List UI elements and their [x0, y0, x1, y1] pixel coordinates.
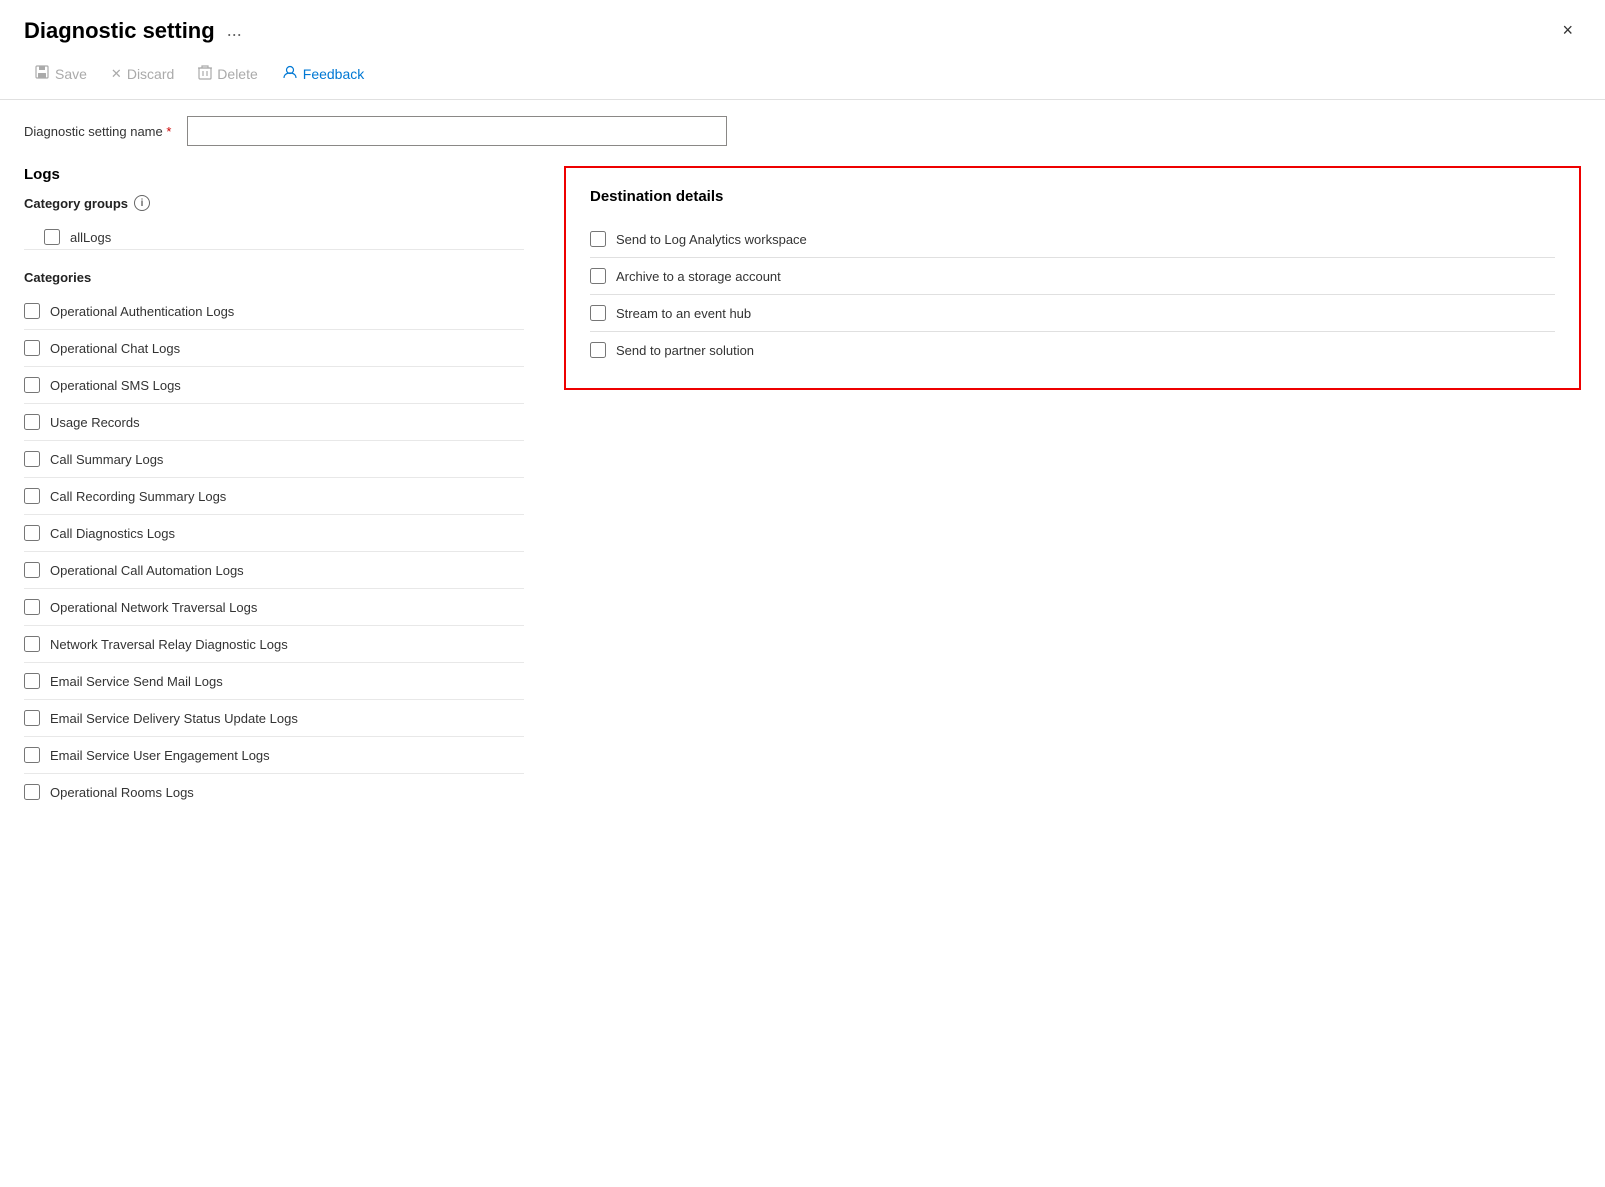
- category-row: Call Recording Summary Logs: [24, 478, 524, 515]
- category-groups-header: Category groups i: [24, 195, 524, 211]
- category-groups-label: Category groups: [24, 196, 128, 211]
- categories-section: Categories Operational Authentication Lo…: [24, 270, 524, 810]
- category-row: Operational Authentication Logs: [24, 293, 524, 330]
- destination-checkbox-2[interactable]: [590, 305, 606, 321]
- category-checkbox-13[interactable]: [24, 784, 40, 800]
- category-row: Call Summary Logs: [24, 441, 524, 478]
- close-button[interactable]: ×: [1554, 16, 1581, 45]
- category-label: Email Service Delivery Status Update Log…: [50, 711, 298, 726]
- destination-title: Destination details: [590, 188, 1555, 205]
- category-checkbox-4[interactable]: [24, 451, 40, 467]
- destination-label: Archive to a storage account: [616, 269, 781, 284]
- category-row: Network Traversal Relay Diagnostic Logs: [24, 626, 524, 663]
- alllogs-row: allLogs: [24, 219, 524, 250]
- category-label: Usage Records: [50, 415, 140, 430]
- setting-name-input[interactable]: [187, 116, 727, 146]
- destination-option-row: Archive to a storage account: [590, 258, 1555, 295]
- category-checkbox-8[interactable]: [24, 599, 40, 615]
- category-label: Operational Network Traversal Logs: [50, 600, 257, 615]
- required-star: *: [166, 124, 171, 139]
- destination-checkbox-0[interactable]: [590, 231, 606, 247]
- category-checkbox-10[interactable]: [24, 673, 40, 689]
- category-label: Operational SMS Logs: [50, 378, 181, 393]
- category-row: Call Diagnostics Logs: [24, 515, 524, 552]
- category-label: Operational Call Automation Logs: [50, 563, 244, 578]
- destination-options-list: Send to Log Analytics workspace Archive t…: [590, 221, 1555, 368]
- header-title: Diagnostic setting ...: [24, 18, 242, 44]
- destination-option-row: Send to partner solution: [590, 332, 1555, 368]
- logs-section-title: Logs: [24, 166, 524, 183]
- category-label: Operational Rooms Logs: [50, 785, 194, 800]
- category-label: Operational Authentication Logs: [50, 304, 234, 319]
- discard-label: Discard: [127, 66, 174, 82]
- category-row: Operational Call Automation Logs: [24, 552, 524, 589]
- category-checkbox-12[interactable]: [24, 747, 40, 763]
- category-checkbox-0[interactable]: [24, 303, 40, 319]
- category-label: Network Traversal Relay Diagnostic Logs: [50, 637, 288, 652]
- page-title: Diagnostic setting: [24, 18, 215, 44]
- category-checkbox-2[interactable]: [24, 377, 40, 393]
- category-label: Operational Chat Logs: [50, 341, 180, 356]
- destination-checkbox-1[interactable]: [590, 268, 606, 284]
- categories-list: Operational Authentication Logs Operation…: [24, 293, 524, 810]
- categories-header: Categories: [24, 270, 524, 285]
- category-checkbox-6[interactable]: [24, 525, 40, 541]
- destination-checkbox-3[interactable]: [590, 342, 606, 358]
- category-label: Call Summary Logs: [50, 452, 163, 467]
- alllogs-label: allLogs: [70, 230, 111, 245]
- categories-label: Categories: [24, 270, 91, 285]
- destination-box: Destination details Send to Log Analytic…: [564, 166, 1581, 390]
- category-row: Usage Records: [24, 404, 524, 441]
- category-checkbox-11[interactable]: [24, 710, 40, 726]
- category-checkbox-5[interactable]: [24, 488, 40, 504]
- category-row: Email Service Delivery Status Update Log…: [24, 700, 524, 737]
- category-row: Operational SMS Logs: [24, 367, 524, 404]
- category-label: Email Service Send Mail Logs: [50, 674, 223, 689]
- category-label: Email Service User Engagement Logs: [50, 748, 270, 763]
- page-container: Diagnostic setting ... × Save ✕ Discard: [0, 0, 1605, 1187]
- feedback-button[interactable]: Feedback: [272, 59, 374, 89]
- info-icon[interactable]: i: [134, 195, 150, 211]
- destination-section: Destination details Send to Log Analytic…: [564, 166, 1581, 390]
- content-area: Diagnostic setting name * Logs Category …: [0, 100, 1605, 826]
- destination-label: Stream to an event hub: [616, 306, 751, 321]
- category-row: Operational Chat Logs: [24, 330, 524, 367]
- delete-icon: [198, 64, 212, 84]
- category-checkbox-9[interactable]: [24, 636, 40, 652]
- destination-label: Send to Log Analytics workspace: [616, 232, 807, 247]
- save-icon: [34, 64, 50, 84]
- category-checkbox-7[interactable]: [24, 562, 40, 578]
- category-row: Operational Network Traversal Logs: [24, 589, 524, 626]
- discard-button[interactable]: ✕ Discard: [101, 61, 184, 87]
- setting-name-row: Diagnostic setting name *: [24, 116, 1581, 146]
- category-label: Call Diagnostics Logs: [50, 526, 175, 541]
- header-ellipsis[interactable]: ...: [227, 20, 242, 41]
- alllogs-checkbox[interactable]: [44, 229, 60, 245]
- category-row: Email Service Send Mail Logs: [24, 663, 524, 700]
- delete-label: Delete: [217, 66, 257, 82]
- discard-icon: ✕: [111, 66, 122, 82]
- delete-button[interactable]: Delete: [188, 59, 267, 89]
- category-row: Email Service User Engagement Logs: [24, 737, 524, 774]
- feedback-icon: [282, 64, 298, 84]
- destination-label: Send to partner solution: [616, 343, 754, 358]
- category-label: Call Recording Summary Logs: [50, 489, 226, 504]
- category-checkbox-3[interactable]: [24, 414, 40, 430]
- destination-option-row: Stream to an event hub: [590, 295, 1555, 332]
- destination-option-row: Send to Log Analytics workspace: [590, 221, 1555, 258]
- logs-section: Logs Category groups i allLogs Categorie…: [24, 166, 524, 810]
- toolbar: Save ✕ Discard Delete: [0, 53, 1605, 100]
- header: Diagnostic setting ... ×: [0, 0, 1605, 53]
- category-checkbox-1[interactable]: [24, 340, 40, 356]
- two-col-layout: Logs Category groups i allLogs Categorie…: [24, 166, 1581, 810]
- feedback-label: Feedback: [303, 66, 364, 82]
- setting-name-label: Diagnostic setting name *: [24, 124, 171, 139]
- save-label: Save: [55, 66, 87, 82]
- save-button[interactable]: Save: [24, 59, 97, 89]
- category-row: Operational Rooms Logs: [24, 774, 524, 810]
